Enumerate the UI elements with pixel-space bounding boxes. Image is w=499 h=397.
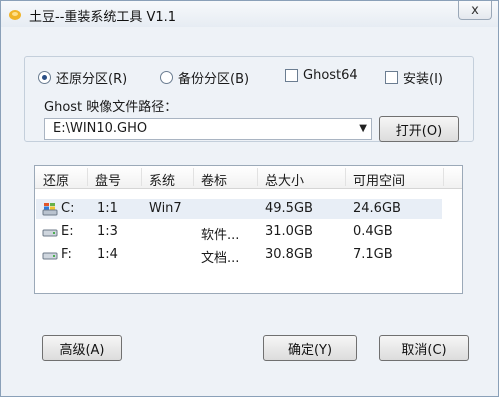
- title-bar: 土豆--重装系统工具 V1.1 x: [1, 1, 498, 27]
- column-divider: [87, 168, 88, 186]
- disk-drive-icon: [42, 229, 58, 237]
- windows-drive-icon: [42, 203, 58, 216]
- restore-radio[interactable]: 还原分区(R): [38, 68, 127, 87]
- ok-button[interactable]: 确定(Y): [263, 335, 357, 361]
- image-path-label: Ghost 映像文件路径：: [44, 100, 178, 115]
- column-divider: [193, 168, 194, 186]
- backup-label: 备份分区(B): [178, 72, 250, 87]
- column-divider: [345, 168, 346, 186]
- window-title: 土豆--重装系统工具 V1.1: [29, 10, 177, 25]
- table-row[interactable]: C: 1:1 Win7 49.5GB 24.6GB: [36, 199, 442, 219]
- radio-selected-indicator: [38, 71, 51, 84]
- backup-radio[interactable]: 备份分区(B): [160, 68, 249, 87]
- header-restore[interactable]: 还原: [43, 170, 69, 189]
- column-divider: [443, 168, 444, 186]
- header-total[interactable]: 总大小: [265, 170, 304, 189]
- cell-free: 24.6GB: [353, 201, 401, 216]
- cell-system: Win7: [149, 201, 182, 216]
- header-system[interactable]: 系统: [149, 170, 175, 189]
- advanced-button-label: 高级(A): [59, 342, 105, 358]
- header-disk[interactable]: 盘号: [95, 170, 121, 189]
- cell-drive: E:: [61, 224, 74, 239]
- install-checkbox[interactable]: 安装(I): [385, 68, 443, 87]
- cell-free: 0.4GB: [353, 224, 393, 239]
- open-button-label: 打开(O): [395, 123, 443, 139]
- advanced-button[interactable]: 高级(A): [42, 335, 122, 361]
- image-path-value: E:\WIN10.GHO: [53, 121, 148, 136]
- app-logo-icon: [9, 10, 21, 20]
- cell-disk: 1:1: [97, 201, 118, 216]
- cancel-button-label: 取消(C): [401, 342, 447, 358]
- close-button[interactable]: x: [458, 1, 492, 20]
- cell-free: 7.1GB: [353, 247, 393, 262]
- ok-button-label: 确定(Y): [287, 342, 333, 358]
- cell-drive: F:: [61, 247, 72, 262]
- checkbox-box: [385, 71, 398, 84]
- table-header: 还原 盘号 系统 卷标 总大小 可用空间: [35, 166, 462, 189]
- dropdown-arrow-icon[interactable]: ▼: [359, 123, 367, 134]
- table-row[interactable]: F: 1:4 文档... 30.8GB 7.1GB: [36, 245, 442, 266]
- image-path-combo[interactable]: E:\WIN10.GHO ▼: [44, 118, 372, 140]
- restore-label: 还原分区(R): [56, 72, 128, 87]
- install-label: 安装(I): [403, 72, 443, 87]
- cell-label: 软件...: [201, 228, 240, 243]
- column-divider: [141, 168, 142, 186]
- cell-total: 30.8GB: [265, 247, 313, 262]
- open-button[interactable]: 打开(O): [379, 116, 459, 142]
- cancel-button[interactable]: 取消(C): [379, 335, 469, 361]
- ghost64-label: Ghost64: [303, 68, 358, 83]
- ghost64-checkbox[interactable]: Ghost64: [285, 68, 358, 83]
- partition-table[interactable]: 还原 盘号 系统 卷标 总大小 可用空间 C: 1:1 Win7 49.5GB …: [34, 165, 463, 294]
- cell-disk: 1:3: [97, 224, 118, 239]
- cell-label: 文档...: [201, 251, 240, 266]
- cell-disk: 1:4: [97, 247, 118, 262]
- cell-drive: C:: [61, 201, 75, 216]
- cell-total: 49.5GB: [265, 201, 313, 216]
- disk-drive-icon: [42, 252, 58, 260]
- close-icon: x: [471, 2, 479, 18]
- checkbox-box: [285, 69, 298, 82]
- table-row[interactable]: E: 1:3 软件... 31.0GB 0.4GB: [36, 222, 442, 243]
- cell-total: 31.0GB: [265, 224, 313, 239]
- column-divider: [257, 168, 258, 186]
- header-free[interactable]: 可用空间: [353, 170, 405, 189]
- radio-indicator: [160, 71, 173, 84]
- header-label[interactable]: 卷标: [201, 170, 227, 189]
